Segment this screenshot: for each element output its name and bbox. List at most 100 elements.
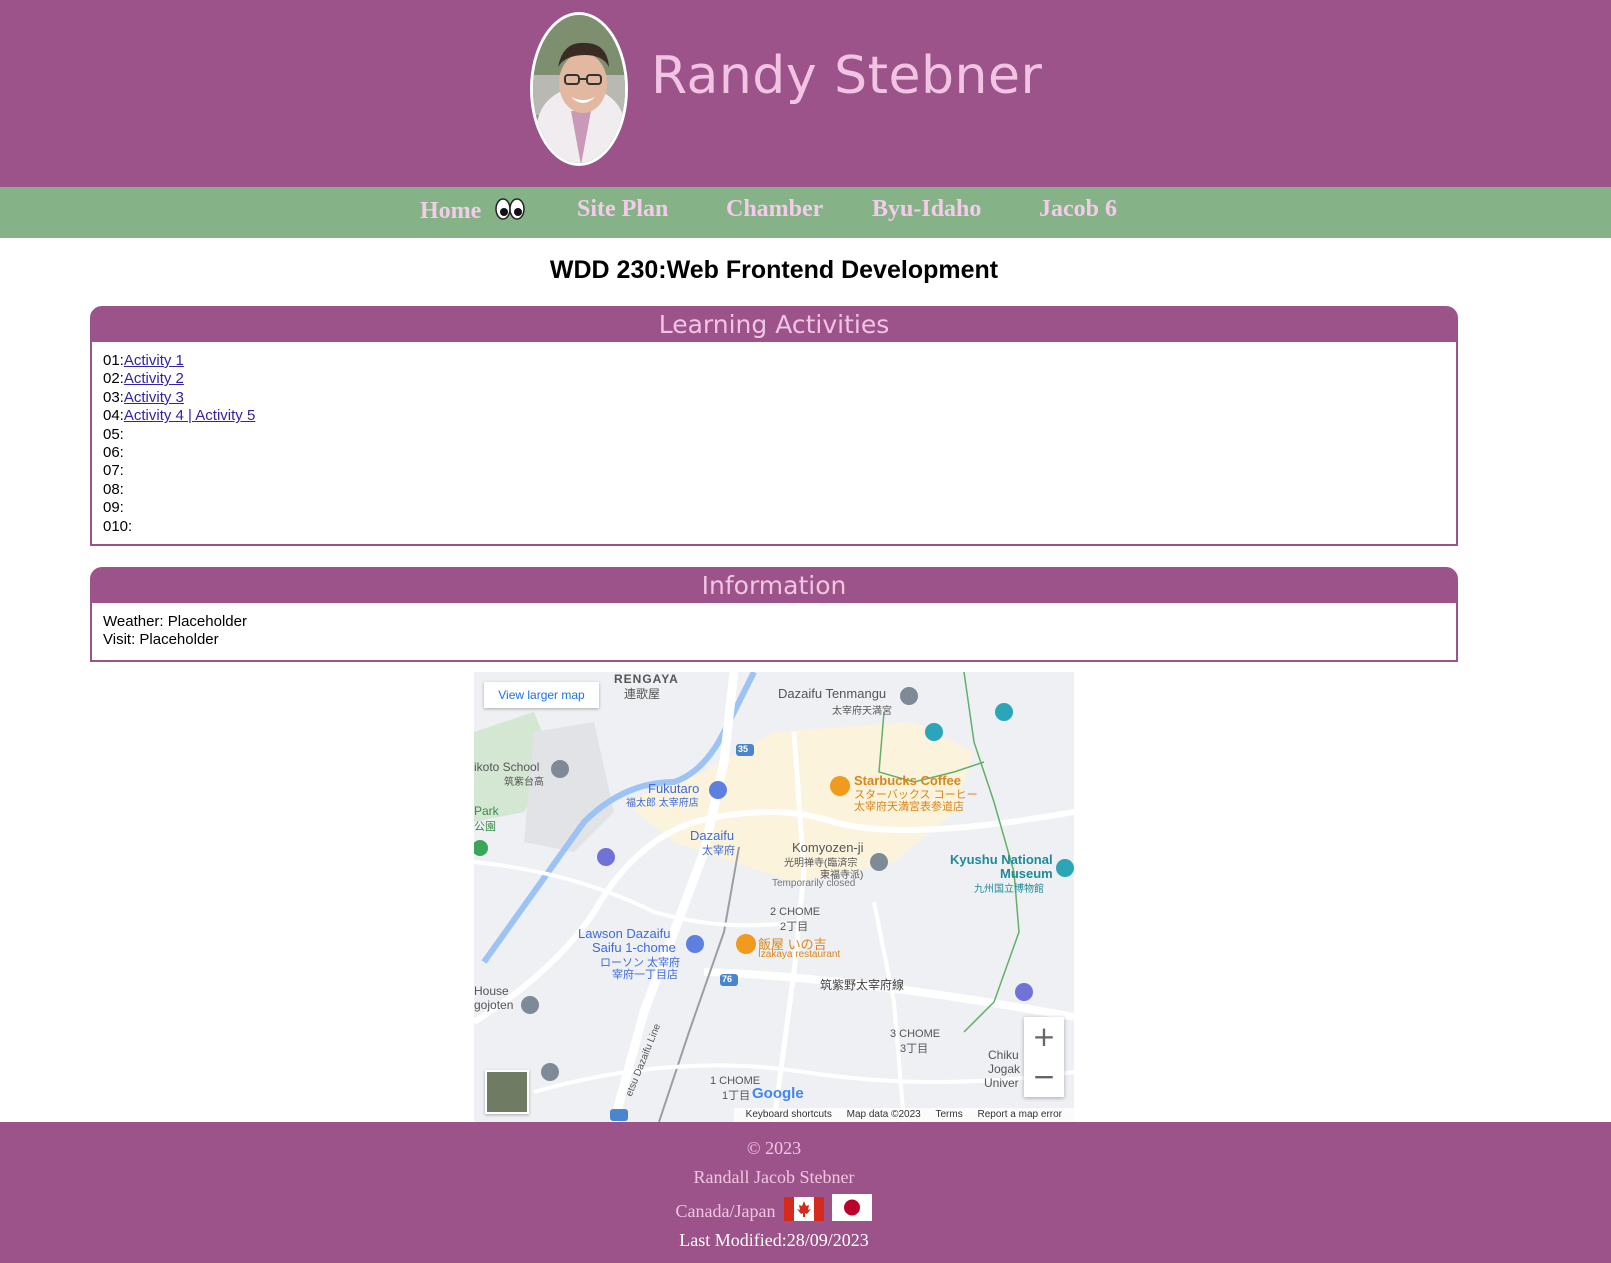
activity-4-5-link[interactable]: Activity 4 | Activity 5 [124, 407, 255, 424]
map-label: Lawson Dazaifu [578, 926, 671, 941]
map-label: 筑紫台高 [504, 777, 544, 788]
google-logo: Google [752, 1085, 804, 1102]
list-item: 02:Activity 2 [103, 370, 1445, 388]
map-label: Univer [984, 1076, 1019, 1090]
map-data-text: Map data ©2023 [846, 1109, 921, 1120]
eyes-icon [495, 198, 526, 220]
learning-activities-card: Learning Activities 01:Activity 1 02:Act… [90, 306, 1458, 546]
nav-item-byu-idaho[interactable]: Byu-Idaho [872, 197, 981, 221]
visit-text: Visit: Placeholder [103, 631, 219, 649]
row-number: 02: [103, 370, 124, 388]
view-larger-map-button[interactable]: View larger map [484, 682, 599, 708]
last-modified-text: Last Modified:28/09/2023 [679, 1230, 869, 1250]
map-label: Komyozen-ji [792, 840, 864, 855]
information-body: Weather: Placeholder Visit: Placeholder [92, 603, 1456, 658]
map-label: 太宰府 [702, 845, 735, 857]
list-item: 05: [103, 426, 1445, 444]
report-error-link[interactable]: Report a map error [978, 1109, 1062, 1120]
map-label: Kyushu National [950, 852, 1053, 867]
satellite-toggle[interactable] [485, 1070, 529, 1114]
nav-item-site-plan[interactable]: Site Plan [577, 197, 668, 221]
map-label: gojoten [474, 998, 514, 1012]
map-label: 3 CHOME [890, 1028, 941, 1040]
map-label: House [474, 984, 509, 998]
row-number: 01: [103, 352, 124, 369]
keyboard-shortcuts-link[interactable]: Keyboard shortcuts [746, 1109, 832, 1120]
list-item: 07: [103, 462, 1445, 480]
list-item: 010: [103, 518, 1445, 536]
activity-3-link[interactable]: Activity 3 [124, 389, 184, 406]
activity-list: 01:Activity 1 02:Activity 2 03:Activity … [92, 342, 1456, 544]
list-item: 06: [103, 444, 1445, 462]
list-item: 01:Activity 1 [103, 352, 1445, 370]
map-label: Dazaifu Tenmangu [778, 686, 887, 701]
map-label: 2 CHOME [770, 906, 821, 918]
map-label: 太宰府天満宮表参道店 [854, 801, 964, 813]
map-label: Jogak [988, 1062, 1021, 1076]
map-label: Park [474, 804, 499, 818]
avatar-photo [533, 15, 625, 163]
japan-flag-icon [832, 1194, 873, 1221]
terms-link[interactable]: Terms [936, 1109, 963, 1120]
card-title: Learning Activities [92, 308, 1456, 342]
row-number: 06: [103, 443, 124, 461]
map-label: Museum [1000, 866, 1053, 881]
map-label: 連歌屋 [624, 687, 661, 701]
avatar [530, 12, 628, 166]
embedded-map[interactable]: RENGAYA 連歌屋 Dazaifu Tenmangu 太宰府天満宮 ikot… [474, 672, 1074, 1122]
row-number: 04: [103, 407, 124, 425]
map-label: 1丁目 [722, 1090, 751, 1102]
map-label: Saifu 1-chome [592, 940, 676, 955]
map-label: 筑紫野太宰府線 [820, 978, 905, 992]
map-label: 宰府一丁目店 [612, 969, 678, 981]
location-line: Canada/Japan [0, 1194, 1548, 1222]
map-label: RENGAYA [614, 672, 679, 686]
activity-1-link[interactable]: Activity 1 [124, 352, 184, 369]
page-heading: WDD 230:Web Frontend Development [549, 256, 999, 284]
map-label: Chiku [988, 1048, 1019, 1062]
site-footer: © 2023 Randall Jacob Stebner Canada/Japa… [0, 1122, 1611, 1263]
site-header: Randy Stebner [0, 0, 1611, 187]
row-number: 09: [103, 499, 124, 517]
author-name: Randall Jacob Stebner [693, 1167, 855, 1187]
list-item: 03:Activity 3 [103, 389, 1445, 407]
canada-flag-icon [783, 1197, 824, 1221]
map-label: Dazaifu [690, 828, 735, 843]
site-title: Randy Stebner [651, 46, 1043, 106]
list-item: 09: [103, 499, 1445, 517]
route-badge: 76 [722, 974, 733, 984]
nav-item-home[interactable]: Home [420, 197, 526, 224]
list-item: 04:Activity 4 | Activity 5 [103, 407, 1445, 425]
map-canvas[interactable] [474, 672, 1074, 1122]
row-number: 08: [103, 480, 124, 498]
zoom-control: + − [1024, 1017, 1064, 1097]
zoom-out-button[interactable]: − [1024, 1057, 1064, 1097]
information-card: Information Weather: Placeholder Visit: … [90, 567, 1458, 662]
copyright-text: © 2023 [746, 1138, 802, 1158]
row-number: 010: [103, 517, 133, 535]
nav-item-label: Home [420, 198, 482, 224]
row-number: 05: [103, 425, 124, 443]
row-number: 03: [103, 388, 124, 406]
nav-item-chamber[interactable]: Chamber [726, 197, 823, 221]
map-label: 九州国立博物館 [974, 884, 1044, 895]
list-item: 08: [103, 481, 1445, 499]
map-label: 公園 [474, 821, 496, 833]
zoom-in-button[interactable]: + [1024, 1017, 1064, 1057]
main-nav: Home Site Plan Chamber Byu-Idaho Jacob 6 [0, 187, 1611, 238]
nav-item-jacob-6[interactable]: Jacob 6 [1039, 197, 1117, 221]
weather-text: Weather: Placeholder [103, 613, 247, 630]
map-label: ikoto School [474, 760, 540, 774]
card-title: Information [92, 569, 1456, 603]
map-label: 太宰府天満宮 [832, 706, 892, 717]
activity-2-link[interactable]: Activity 2 [124, 370, 184, 387]
row-number: 07: [103, 462, 124, 480]
map-label: Temporarily closed [772, 878, 856, 889]
map-label: 2丁目 [780, 921, 809, 933]
route-badge: 35 [738, 744, 749, 754]
location-text: Canada/Japan [675, 1201, 776, 1221]
map-attribution: Keyboard shortcuts Map data ©2023 Terms … [733, 1108, 1074, 1122]
map-label: Izakaya restaurant [758, 949, 841, 960]
map-label: 福太郎 太宰府店 [626, 798, 699, 809]
map-label: 3丁目 [900, 1043, 929, 1055]
